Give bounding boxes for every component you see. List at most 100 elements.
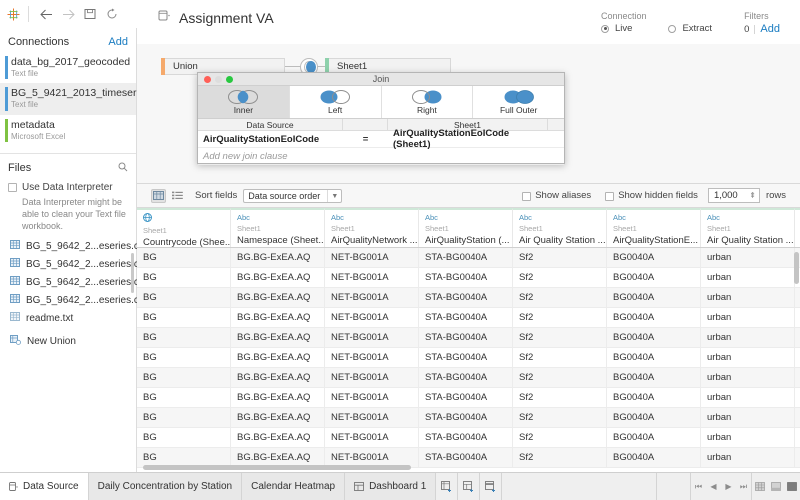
abc-icon: Abc — [237, 213, 250, 222]
table-cell: SPO-BG0040A_00 — [795, 328, 800, 348]
nav-prev-icon[interactable]: ◀ — [706, 482, 721, 491]
join-connector-left — [285, 66, 301, 67]
add-join-clause-row[interactable]: Add new join clause — [198, 148, 564, 165]
tab-dashboard-1[interactable]: Dashboard 1 — [345, 473, 437, 500]
add-filter-button[interactable]: Add — [760, 23, 780, 35]
tab-inner-label: Inner — [233, 104, 254, 115]
table-row[interactable]: BG BG.BG-ExEA.AQ NET-BG001A STA-BG0040A Sf2 B… — [137, 428, 800, 448]
search-icon[interactable] — [118, 162, 128, 175]
tab-data-source[interactable]: Data Source — [0, 473, 89, 500]
show-hidden-fields-toggle[interactable]: Show hidden fields — [605, 190, 698, 201]
column-header[interactable]: Sheet1 Countrycode (Shee... — [137, 208, 231, 247]
nav-last-icon[interactable]: ⏭ — [736, 482, 751, 492]
join-clause-left-field[interactable]: AirQualityStationEoICode — [198, 131, 343, 147]
tab-calendar-heatmap[interactable]: Calendar Heatmap — [242, 473, 346, 500]
tab-label: Dashboard 1 — [369, 481, 427, 492]
data-grid-body: BG BG.BG-ExEA.AQ NET-BG001A STA-BG0040A Sf2 B… — [137, 248, 800, 468]
column-header[interactable]: Abc Sheet1 Namespace (Sheet... — [231, 208, 325, 247]
union-color-bar — [161, 58, 165, 75]
list-item[interactable]: BG_5_9642_2...eseries.csv — [0, 255, 149, 273]
show-aliases-toggle[interactable]: Show aliases — [522, 190, 591, 201]
list-item[interactable]: BG_5_9642_2...eseries.csv — [0, 237, 149, 255]
join-clause-right-field[interactable]: AirQualityStationEoICode (Sheet1) — [388, 128, 548, 150]
tab-inner-join[interactable]: Inner — [198, 86, 290, 118]
table-row[interactable]: BG BG.BG-ExEA.AQ NET-BG001A STA-BG0040A Sf2 B… — [137, 328, 800, 348]
connection-item[interactable]: data_bg_2017_geocoded Text file — [0, 52, 136, 83]
use-data-interpreter-checkbox[interactable] — [8, 182, 17, 192]
show-aliases-checkbox[interactable] — [522, 191, 532, 201]
column-header[interactable]: Abc Sheet1 Air Quality Station ... — [513, 208, 607, 247]
add-join-clause-placeholder[interactable]: Add new join clause — [198, 148, 343, 164]
table-row[interactable]: BG BG.BG-ExEA.AQ NET-BG001A STA-BG0040A Sf2 B… — [137, 348, 800, 368]
list-item[interactable]: BG_5_9642_2...eseries.csv — [0, 273, 149, 291]
tab-daily-concentration-by-station[interactable]: Daily Concentration by Station — [88, 473, 243, 500]
table-cell: BG — [137, 388, 231, 408]
grid-vertical-scrollbar[interactable] — [794, 252, 799, 284]
join-clause-operator[interactable]: = — [343, 131, 388, 147]
datasource-name-group[interactable]: Assignment VA — [157, 9, 274, 26]
join-dialog: Join Inner Left Right Full Outer Data So… — [197, 72, 565, 165]
add-connection-button[interactable]: Add — [108, 36, 128, 48]
tableau-logo-icon[interactable] — [0, 8, 26, 21]
new-dashboard-icon[interactable] — [458, 473, 481, 500]
table-cell: STA-BG0040A — [419, 248, 513, 268]
column-header[interactable]: Abc Sheet1 AirQualityStationE... — [607, 208, 701, 247]
sidebar-scrollbar[interactable] — [131, 253, 134, 293]
table-cell: STA-BG0040A — [419, 308, 513, 328]
table-row[interactable]: BG BG.BG-ExEA.AQ NET-BG001A STA-BG0040A Sf2 B… — [137, 368, 800, 388]
tab-right-join[interactable]: Right — [381, 86, 474, 118]
list-view-icon[interactable] — [170, 189, 185, 203]
list-item[interactable]: readme.txt — [0, 309, 136, 327]
grid-view-icon[interactable] — [151, 188, 166, 203]
column-name: AirQualityStation (... — [425, 235, 510, 246]
tab-full-outer-join[interactable]: Full Outer — [473, 86, 564, 118]
radio-extract[interactable] — [668, 24, 677, 33]
join-clause-row[interactable]: AirQualityStationEoICode = AirQualitySta… — [198, 128, 564, 150]
table-cell: Sf2 — [513, 268, 607, 288]
radio-live[interactable] — [601, 24, 609, 33]
table-icon — [10, 258, 20, 270]
tab-left-join[interactable]: Left — [289, 86, 382, 118]
single-sheet-icon[interactable] — [784, 473, 800, 500]
table-icon — [10, 276, 20, 288]
table-row[interactable]: BG BG.BG-ExEA.AQ NET-BG001A STA-BG0040A Sf2 B… — [137, 248, 800, 268]
table-row[interactable]: BG BG.BG-ExEA.AQ NET-BG001A STA-BG0040A Sf2 B… — [137, 268, 800, 288]
rows-limit-input[interactable]: 1,000 ⇞ — [707, 188, 760, 203]
column-header[interactable]: Abc Sheet1 SamplingPoint (Sh... — [795, 208, 800, 247]
data-interpreter-row[interactable]: Use Data Interpreter — [0, 179, 136, 193]
column-header[interactable]: Abc Sheet1 Air Quality Station ... — [701, 208, 795, 247]
file-name: readme.txt — [26, 312, 74, 324]
stepper-icon[interactable]: ⇞ — [749, 191, 756, 200]
arrow-right-icon[interactable] — [57, 3, 79, 25]
show-hidden-fields-checkbox[interactable] — [605, 191, 615, 201]
abc-icon: Abc — [425, 213, 438, 222]
new-story-icon[interactable] — [480, 473, 503, 500]
new-worksheet-icon[interactable] — [436, 473, 459, 500]
save-icon[interactable] — [79, 3, 101, 25]
nav-next-icon[interactable]: ▶ — [721, 482, 736, 491]
refresh-icon[interactable] — [101, 3, 123, 25]
list-item[interactable]: BG_5_9642_2...eseries.csv — [0, 291, 149, 309]
column-header[interactable]: Abc Sheet1 AirQualityNetwork ... — [325, 208, 419, 247]
sort-fields-select[interactable]: Data source order ▼ — [243, 188, 343, 203]
rows-label: rows — [765, 190, 786, 201]
connection-item[interactable]: BG_5_9421_2013_timeseries Text file — [0, 83, 150, 115]
sheet-sorter-icon[interactable] — [768, 473, 784, 500]
table-row[interactable]: BG BG.BG-ExEA.AQ NET-BG001A STA-BG0040A Sf2 B… — [137, 408, 800, 428]
table-row[interactable]: BG BG.BG-ExEA.AQ NET-BG001A STA-BG0040A Sf2 B… — [137, 388, 800, 408]
table-row[interactable]: BG BG.BG-ExEA.AQ NET-BG001A STA-BG0040A Sf2 B… — [137, 308, 800, 328]
filmstrip-icon[interactable] — [752, 473, 768, 500]
join-dialog-titlebar[interactable]: Join — [198, 73, 564, 86]
new-union-button[interactable]: New Union — [0, 327, 136, 351]
arrow-left-icon[interactable] — [35, 3, 57, 25]
connection-color-bar — [5, 56, 8, 80]
column-header[interactable]: Abc Sheet1 AirQualityStation (... — [419, 208, 513, 247]
grid-horizontal-scrollbar[interactable] — [143, 465, 411, 470]
nav-first-icon[interactable]: ⏮ — [691, 482, 706, 492]
connection-item[interactable]: metadata Microsoft Excel — [0, 115, 136, 146]
table-cell: Sf2 — [513, 388, 607, 408]
table-row[interactable]: BG BG.BG-ExEA.AQ NET-BG001A STA-BG0040A Sf2 B… — [137, 288, 800, 308]
table-cell: SPO-BG0040A_00 — [795, 368, 800, 388]
file-name: BG_5_9642_2...eseries.csv — [26, 294, 149, 306]
table-cell: urban — [701, 368, 795, 388]
